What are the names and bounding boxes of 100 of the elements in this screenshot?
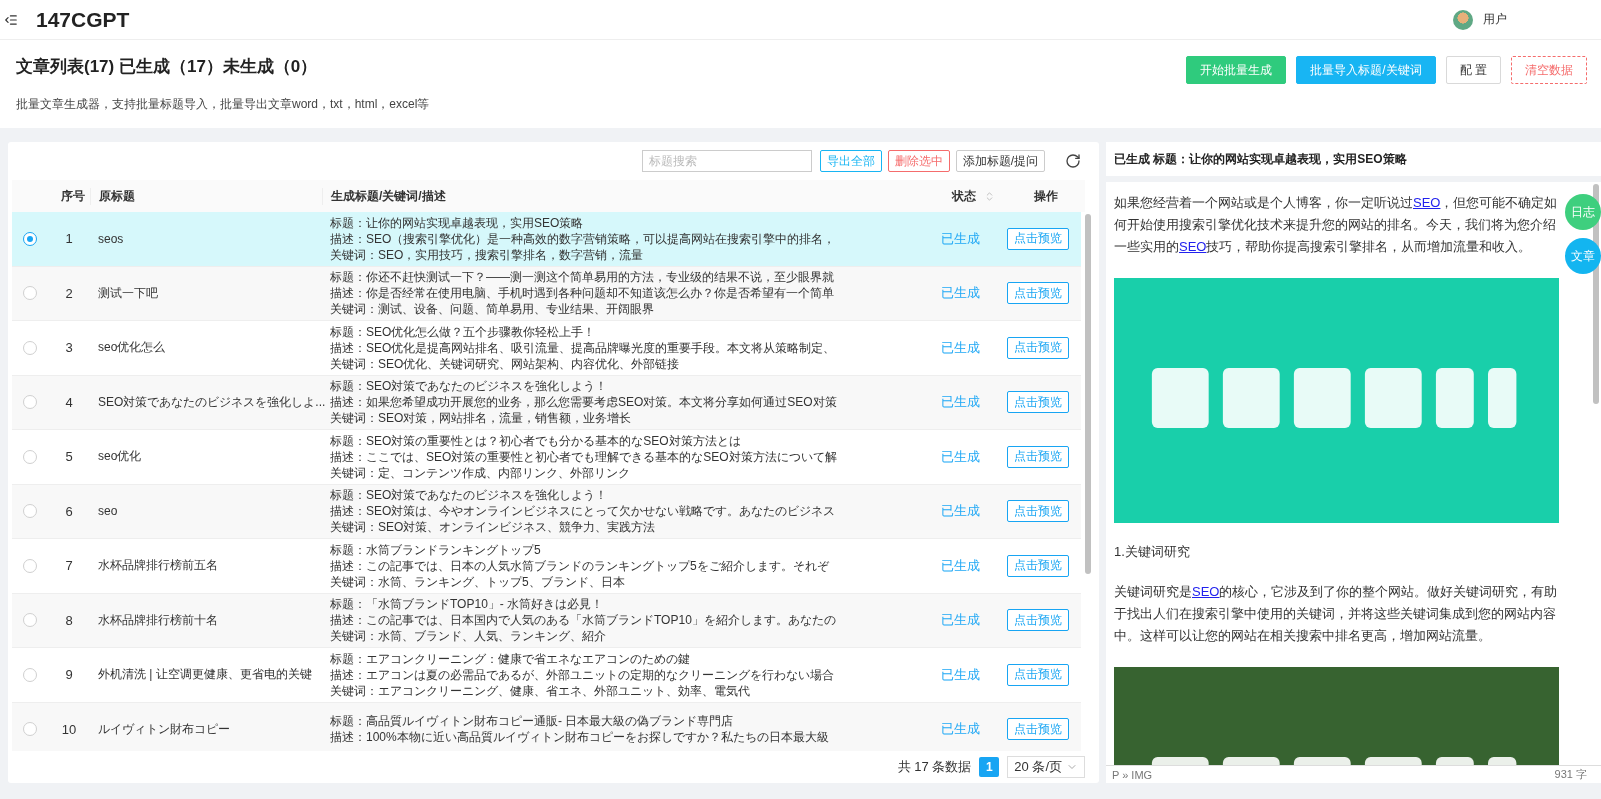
table-cell: 关键词：定、コンテンツ作成、内部リンク、外部リンク (330, 464, 630, 481)
table-cell-text: 9 (64, 667, 74, 683)
table-cell: 关键词：水筒、ブランド、人気、ランキング、紹介 (330, 628, 606, 645)
radio-button[interactable] (23, 449, 37, 464)
column-header: 原标题 (90, 187, 322, 205)
table-cell: 描述：SEO対策は、今やオンラインビジネスにとって欠かせない戦略です。あなたのビジネス (330, 503, 836, 520)
column-header: 序号 (60, 187, 86, 205)
table-cell-text: SEO対策であなたのビジネスを強化しよ... (97, 393, 326, 411)
status-text: 已生成 (939, 447, 981, 466)
table-cell-text: 6 (64, 503, 74, 519)
toolbar-button[interactable]: 导出全部 (819, 150, 882, 172)
page-title: 文章列表(17) 已生成（17）未生成（0） (16, 56, 319, 78)
table-cell: 关键词：SEO対策、オンラインビジネス、競争力、実践方法 (330, 519, 656, 536)
table-cell: 关键词：测试、设备、问题、简单易用、专业结果、开阔眼界 (330, 301, 654, 318)
radio-button[interactable] (23, 395, 37, 410)
table-cell: 标题：「水筒ブランドTOP10」- 水筒好きは必見！ (330, 596, 604, 613)
seo-link[interactable]: SEO (1192, 584, 1220, 599)
table-cell: 关键词：SEO对策，网站排名，流量，销售额，业务增长 (330, 410, 632, 427)
table-cell: 关键词：水筒、ランキング、トップ5、ブランド、日本 (330, 573, 625, 590)
action-button[interactable]: 配 置 (1445, 56, 1501, 84)
preview-button[interactable]: 点击预览 (1007, 609, 1069, 632)
table-cell: 标题：SEO対策であなたのビジネスを強化しよう！ (330, 487, 608, 504)
table-cell: 标题：让你的网站实现卓越表现，实用SEO策略 (330, 214, 584, 231)
table-cell-text: 水杯品牌排行榜前十名 (97, 611, 218, 629)
table-cell: 标题：エアコンクリーニング：健康で省エネなエアコンのための鍵 (330, 650, 690, 667)
table-cell: 标题：SEO対策であなたのビジネスを強化しよう！ (330, 378, 608, 395)
preview-button[interactable]: 点击预览 (1007, 336, 1069, 359)
status-text: 已生成 (939, 229, 981, 248)
table-cell: 描述：この記事では、日本の人気水筒ブランドのランキングトップ5をご紹介します。それぞ (330, 557, 829, 574)
sort-icon[interactable] (984, 190, 995, 202)
table-cell-text: seos (97, 231, 124, 246)
element-path: P » IMG (1112, 768, 1153, 781)
preview-button[interactable]: 点击预览 (1007, 445, 1069, 468)
radio-button[interactable] (23, 722, 37, 737)
status-text: 已生成 (939, 556, 981, 575)
preview-title: 已生成 标题：让你的网站实现卓越表现，实用SEO策略 (1106, 142, 1601, 176)
table-cell: 描述：如果您希望成功开展您的业务，那么您需要考虑SEO对策。本文将分享如何通过SEO对策 (330, 394, 837, 411)
table-cell: 标题：水筒ブランドランキングトップ5 (330, 541, 541, 558)
total-count: 共 17 条数据 (897, 758, 972, 776)
toolbar-button[interactable]: 添加标题/提问 (955, 150, 1045, 172)
page-size-select[interactable]: 20 条/页 (1007, 756, 1085, 778)
table-cell: 标题：你还不赶快测试一下？——测一测这个简单易用的方法，专业级的结果不说，至少眼界就 (330, 269, 834, 286)
radio-button[interactable] (23, 340, 37, 355)
table-cell: 描述：ここでは、SEO対策の重要性と初心者でも理解できる基本的なSEO対策方法について解 (330, 448, 837, 465)
preview-button[interactable]: 点击预览 (1007, 554, 1069, 577)
radio-button[interactable] (23, 667, 37, 682)
preview-button[interactable]: 点击预览 (1007, 718, 1069, 741)
avatar[interactable] (1453, 9, 1473, 30)
table-cell-text: 2 (64, 285, 74, 301)
seo-link[interactable]: SEO (1179, 239, 1207, 254)
status-text: 已生成 (939, 502, 981, 521)
menu-icon[interactable] (4, 12, 18, 27)
table-cell: 描述：エアコンは夏の必需品であるが、外部ユニットの定期的なクリーニングを行わない場合 (330, 666, 834, 683)
status-text: 已生成 (939, 720, 981, 739)
radio-button[interactable] (23, 286, 37, 301)
table-cell: 描述：100%本物に近い高品質ルイヴィトン財布コピーをお探しですか？私たちの日本最大級 (330, 729, 829, 746)
preview-button[interactable]: 点击预览 (1007, 282, 1069, 305)
scrollbar[interactable] (1085, 214, 1091, 574)
page-button[interactable]: 1 (979, 757, 1000, 777)
table-cell-text: 3 (64, 340, 74, 356)
page-subtitle: 批量文章生成器，支持批量标题导入，批量导出文章word，txt，html，excel等 (16, 96, 430, 113)
preview-button[interactable]: 点击预览 (1007, 391, 1069, 414)
preview-button[interactable]: 点击预览 (1007, 227, 1069, 250)
table-cell: 描述：SEO（搜索引擎优化）是一种高效的数字营销策略，可以提高网站在搜索引擎中的排名， (330, 230, 836, 247)
preview-button[interactable]: 点击预览 (1007, 500, 1069, 523)
paragraph: 关键词研究是SEO的核心，它涉及到了你的整个网站。做好关键词研究，有助于找出人们在搜索引擎中使用的关键词，并将这些关键词集成到您的网站内容中。这样可以让您的网站在相关搜索中排名更高，增加网站流量。 (1114, 583, 1559, 645)
search-field[interactable]: 标题搜索 (641, 150, 812, 172)
column-header: 状态 (952, 187, 976, 205)
table-cell: 关键词：エアコンクリーニング、健康、省エネ、外部ユニット、効率、電気代 (330, 682, 750, 699)
table-cell: 描述：この記事では、日本国内で人気のある「水筒ブランドTOP10」を紹介します。あなたの (330, 612, 836, 629)
table-cell-text: 5 (64, 449, 74, 465)
status-text: 已生成 (939, 611, 981, 630)
table-cell-text: seo优化怎么 (97, 339, 166, 357)
column-header: 操作 (1033, 187, 1059, 205)
radio-button[interactable] (23, 613, 37, 628)
seo-link[interactable]: SEO (1413, 195, 1441, 210)
table-cell-text: 测试一下吧 (97, 284, 158, 302)
table-cell: 描述：你是否经常在使用电脑、手机时遇到各种问题却不知道该怎么办？你是否希望有一个简单 (330, 285, 834, 302)
radio-button[interactable] (23, 558, 37, 573)
table-cell-text: 4 (64, 394, 74, 410)
preview-button[interactable]: 点击预览 (1007, 663, 1069, 686)
table-cell: 关键词：SEO，实用技巧，搜索引擎排名，数字营销，流量 (330, 246, 644, 263)
logo: 147CGPT (36, 7, 130, 32)
table-cell-text: 10 (60, 721, 78, 737)
user-name[interactable]: 用户 (1483, 11, 1507, 28)
word-count: 931 字 (1554, 767, 1587, 782)
action-button[interactable]: 开始批量生成 (1186, 56, 1287, 84)
table-cell-text: 7 (64, 558, 74, 574)
column-header: 生成标题/关键词/描述 (322, 187, 929, 205)
section-heading: 1.关键词研究 (1114, 543, 1191, 561)
radio-button[interactable] (23, 504, 37, 519)
table-cell: 关键词：SEO优化、关键词研究、网站架构、内容优化、外部链接 (330, 355, 680, 372)
radio-button[interactable] (23, 231, 37, 246)
toolbar-button[interactable]: 删除选中 (887, 150, 950, 172)
refresh-icon[interactable] (1065, 153, 1081, 169)
table-cell-text: 8 (64, 612, 74, 628)
action-button[interactable]: 清空数据 (1511, 56, 1587, 84)
status-text: 已生成 (939, 665, 981, 684)
action-button[interactable]: 批量导入标题/关键词 (1296, 56, 1436, 84)
table-cell-text: seo (97, 504, 118, 519)
